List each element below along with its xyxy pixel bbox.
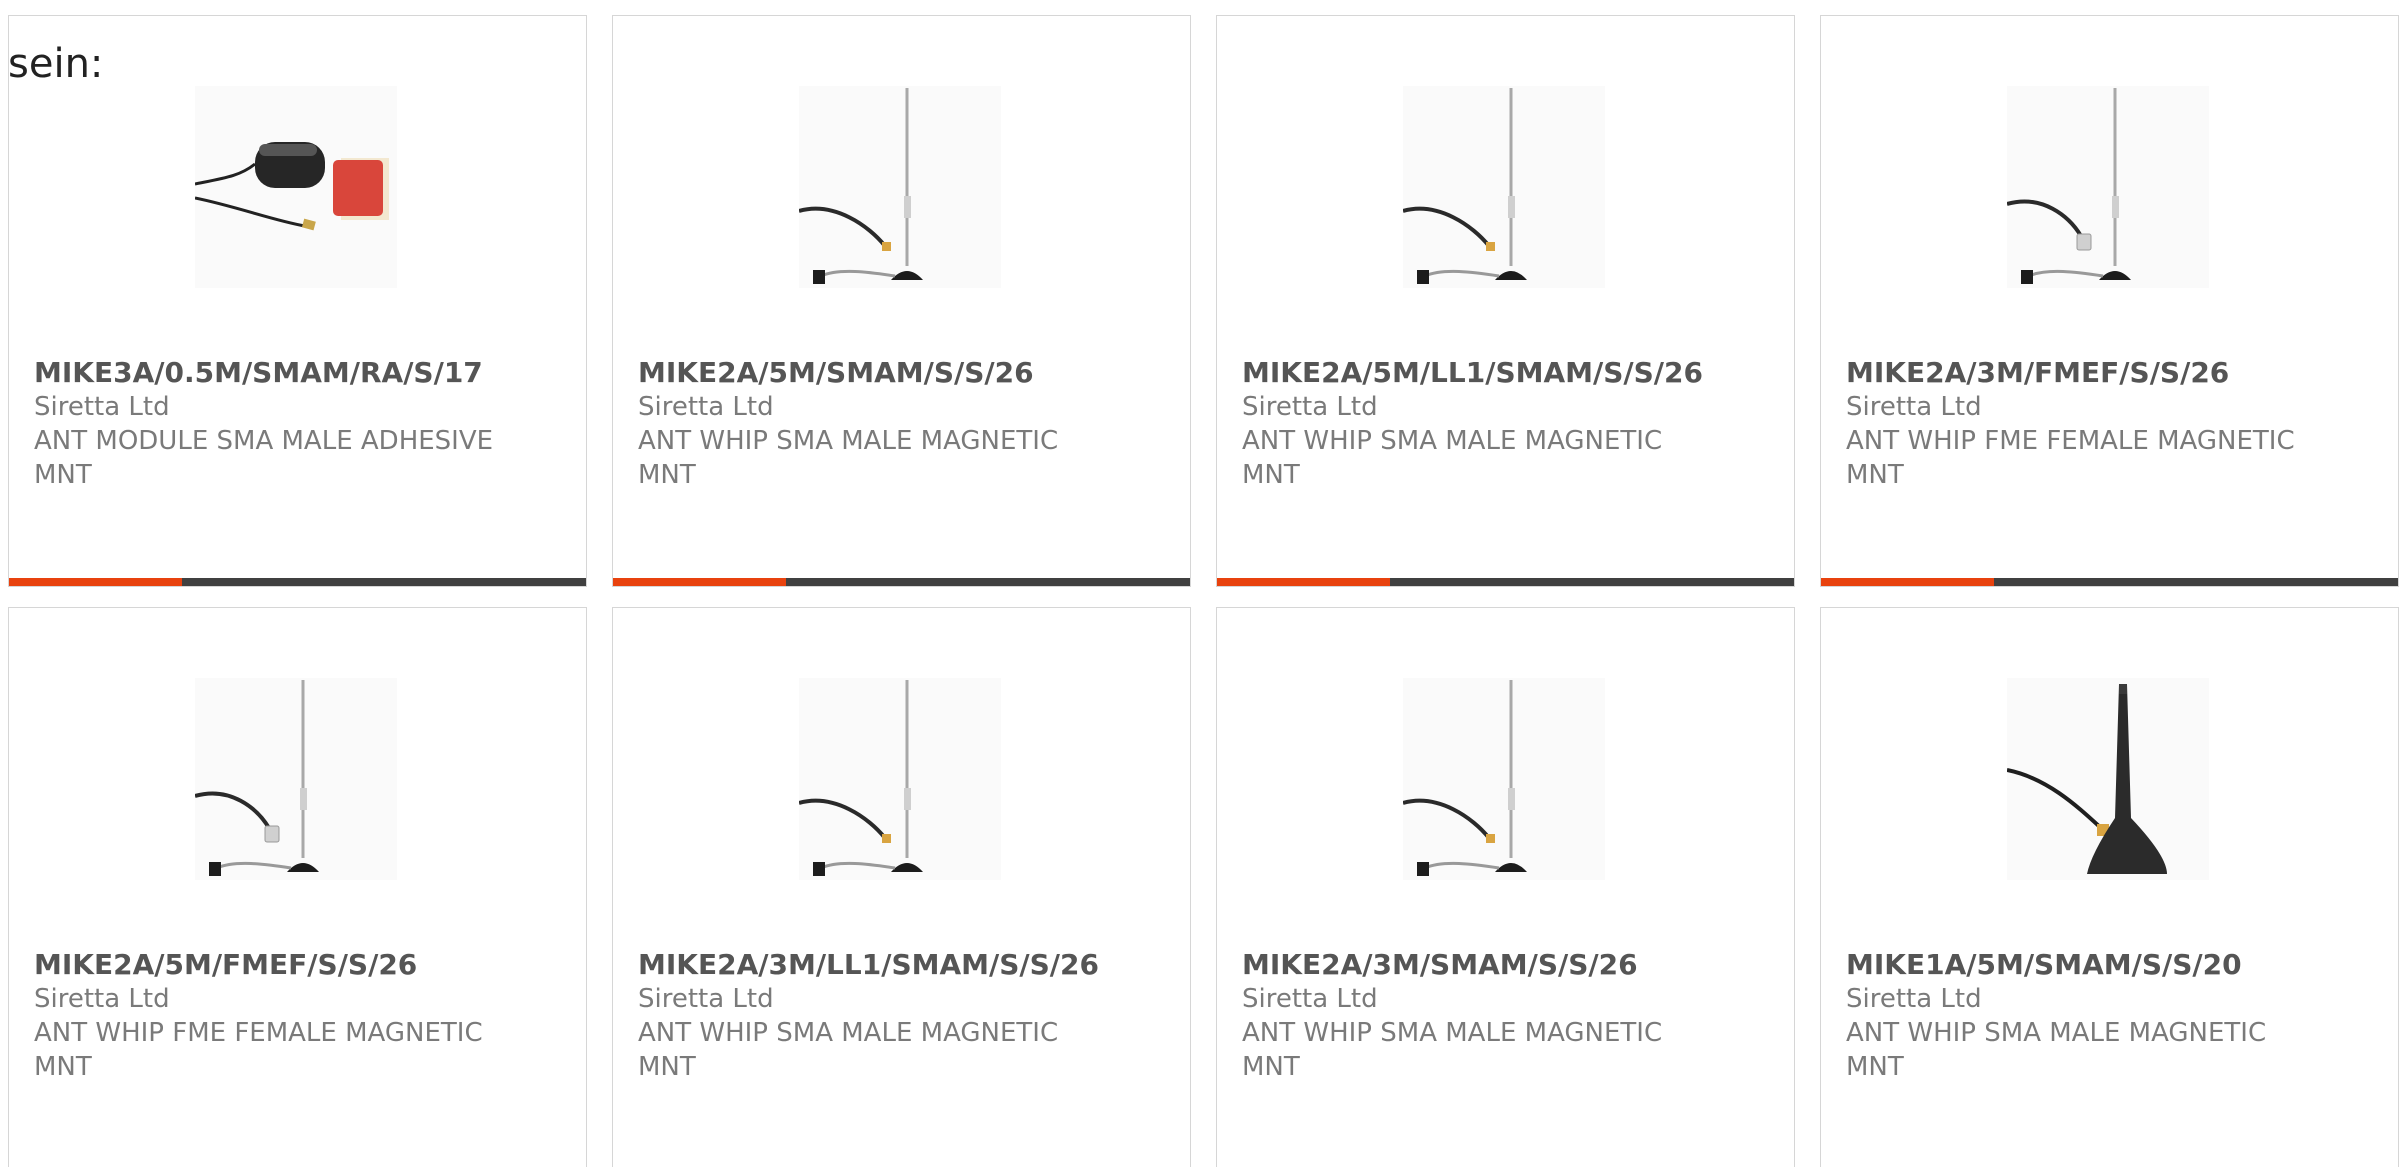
product-card[interactable]: MIKE2A/3M/LL1/SMAM/S/S/26 Siretta Ltd AN… [612,607,1191,1167]
product-image[interactable] [799,86,1001,288]
product-info: MIKE3A/0.5M/SMAM/RA/S/17 Siretta Ltd ANT… [34,356,554,492]
card-progress-fill [1217,578,1391,586]
product-info: MIKE2A/3M/FMEF/S/S/26 Siretta Ltd ANT WH… [1846,356,2366,492]
product-manufacturer: Siretta Ltd [1242,392,1378,422]
antenna-product-photo [1403,678,1605,880]
product-card[interactable]: MIKE2A/5M/SMAM/S/S/26 Siretta Ltd ANT WH… [612,15,1191,587]
product-description: ANT WHIP FME FEMALE MAGNETIC MNT [1846,426,2295,490]
product-info: MIKE1A/5M/SMAM/S/S/20 Siretta Ltd ANT WH… [1846,948,2366,1084]
product-manufacturer: Siretta Ltd [638,984,774,1014]
product-part-number[interactable]: MIKE1A/5M/SMAM/S/S/20 [1846,948,2366,982]
product-part-number[interactable]: MIKE2A/5M/SMAM/S/S/26 [638,356,1158,390]
antenna-product-photo [799,86,1001,288]
product-image[interactable] [195,86,397,288]
product-image[interactable] [2007,86,2209,288]
card-progress-bar [9,578,586,586]
product-card[interactable]: MIKE2A/5M/FMEF/S/S/26 Siretta Ltd ANT WH… [8,607,587,1167]
product-manufacturer: Siretta Ltd [1846,984,1982,1014]
product-card[interactable]: MIKE2A/3M/FMEF/S/S/26 Siretta Ltd ANT WH… [1820,15,2399,587]
antenna-product-photo [195,678,397,880]
product-info: MIKE2A/5M/FMEF/S/S/26 Siretta Ltd ANT WH… [34,948,554,1084]
card-progress-bar [1821,578,2398,586]
card-progress-fill [1821,578,1995,586]
card-progress-bar [613,578,1190,586]
product-grid: MIKE3A/0.5M/SMAM/RA/S/17 Siretta Ltd ANT… [8,15,2399,1167]
product-part-number[interactable]: MIKE2A/3M/SMAM/S/S/26 [1242,948,1762,982]
product-description: ANT WHIP SMA MALE MAGNETIC MNT [638,426,1059,490]
product-card[interactable]: MIKE2A/3M/SMAM/S/S/26 Siretta Ltd ANT WH… [1216,607,1795,1167]
product-image[interactable] [799,678,1001,880]
product-manufacturer: Siretta Ltd [1846,392,1982,422]
product-part-number[interactable]: MIKE3A/0.5M/SMAM/RA/S/17 [34,356,554,390]
product-description: ANT MODULE SMA MALE ADHESIVE MNT [34,426,494,490]
intro-text: sein: [8,41,104,87]
product-part-number[interactable]: MIKE2A/3M/LL1/SMAM/S/S/26 [638,948,1158,982]
product-description: ANT WHIP FME FEMALE MAGNETIC MNT [34,1018,483,1082]
product-part-number[interactable]: MIKE2A/3M/FMEF/S/S/26 [1846,356,2366,390]
card-progress-bar [1217,578,1794,586]
product-part-number[interactable]: MIKE2A/5M/LL1/SMAM/S/S/26 [1242,356,1762,390]
card-progress-fill [9,578,183,586]
product-description: ANT WHIP SMA MALE MAGNETIC MNT [638,1018,1059,1082]
product-manufacturer: Siretta Ltd [1242,984,1378,1014]
product-description: ANT WHIP SMA MALE MAGNETIC MNT [1242,426,1663,490]
product-card[interactable]: MIKE1A/5M/SMAM/S/S/20 Siretta Ltd ANT WH… [1820,607,2399,1167]
antenna-product-photo [195,86,397,288]
product-manufacturer: Siretta Ltd [34,984,170,1014]
card-progress-fill [613,578,787,586]
product-description: ANT WHIP SMA MALE MAGNETIC MNT [1846,1018,2267,1082]
product-card[interactable]: MIKE3A/0.5M/SMAM/RA/S/17 Siretta Ltd ANT… [8,15,587,587]
product-card[interactable]: MIKE2A/5M/LL1/SMAM/S/S/26 Siretta Ltd AN… [1216,15,1795,587]
antenna-product-photo [799,678,1001,880]
antenna-product-photo [2007,86,2209,288]
product-manufacturer: Siretta Ltd [34,392,170,422]
product-info: MIKE2A/3M/SMAM/S/S/26 Siretta Ltd ANT WH… [1242,948,1762,1084]
product-manufacturer: Siretta Ltd [638,392,774,422]
product-info: MIKE2A/3M/LL1/SMAM/S/S/26 Siretta Ltd AN… [638,948,1158,1084]
product-image[interactable] [2007,678,2209,880]
product-image[interactable] [1403,86,1605,288]
product-image[interactable] [1403,678,1605,880]
product-image[interactable] [195,678,397,880]
antenna-product-photo [1403,86,1605,288]
product-description: ANT WHIP SMA MALE MAGNETIC MNT [1242,1018,1663,1082]
antenna-product-photo [2007,678,2209,880]
product-info: MIKE2A/5M/LL1/SMAM/S/S/26 Siretta Ltd AN… [1242,356,1762,492]
product-part-number[interactable]: MIKE2A/5M/FMEF/S/S/26 [34,948,554,982]
product-info: MIKE2A/5M/SMAM/S/S/26 Siretta Ltd ANT WH… [638,356,1158,492]
